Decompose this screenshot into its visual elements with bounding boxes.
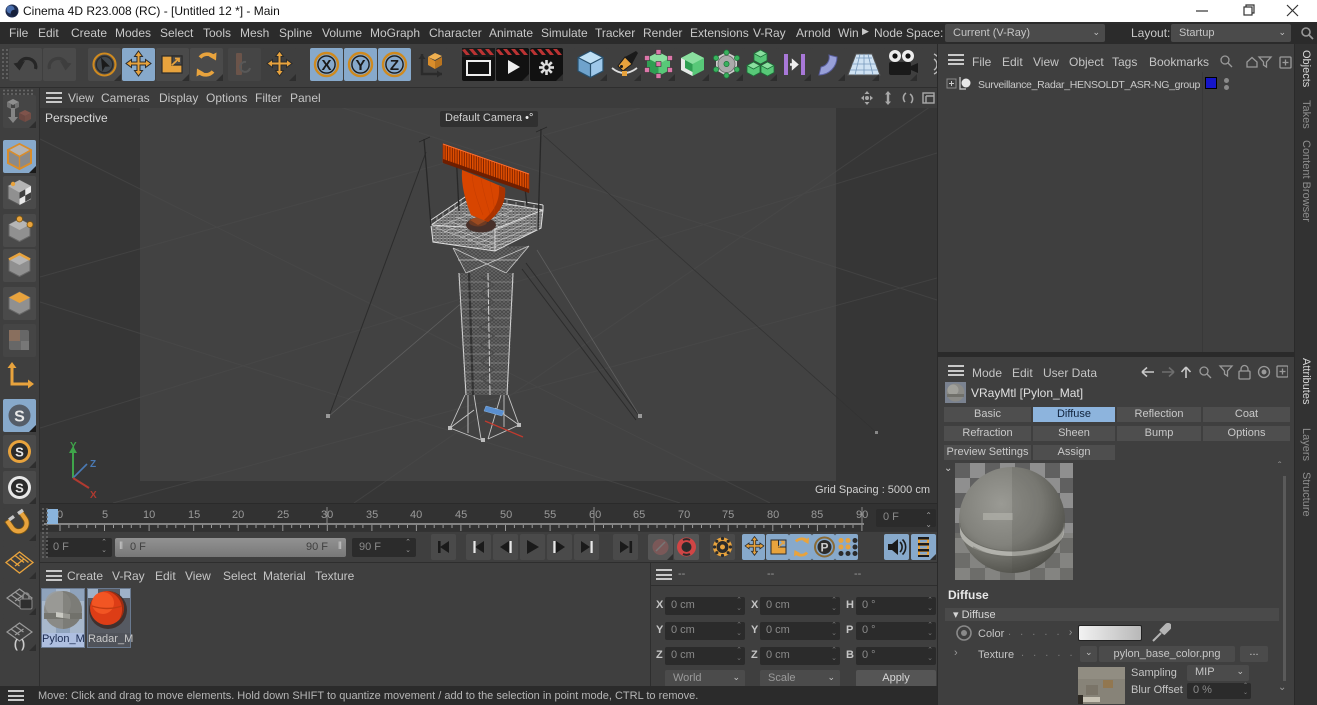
svg-text:Z: Z <box>390 57 399 74</box>
svg-text:S: S <box>15 445 24 460</box>
svg-text:5: 5 <box>102 509 108 521</box>
svg-text:65: 65 <box>633 509 645 521</box>
svg-text:40: 40 <box>410 509 422 521</box>
svg-text:X: X <box>321 57 331 74</box>
svg-text:25: 25 <box>277 509 289 521</box>
svg-text:( ): ( ) <box>14 637 25 651</box>
svg-text:35: 35 <box>366 509 378 521</box>
svg-text:60: 60 <box>589 509 601 521</box>
svg-text:20: 20 <box>232 509 244 521</box>
svg-text:80: 80 <box>767 509 779 521</box>
svg-text:75: 75 <box>722 509 734 521</box>
svg-text:50: 50 <box>500 509 512 521</box>
svg-text:P: P <box>820 541 828 555</box>
svg-text:85: 85 <box>811 509 823 521</box>
svg-text:Y: Y <box>355 57 365 74</box>
svg-text:10: 10 <box>143 509 155 521</box>
svg-text:S: S <box>15 481 24 496</box>
svg-text:S: S <box>14 409 25 426</box>
svg-text:45: 45 <box>455 509 467 521</box>
svg-text:55: 55 <box>544 509 556 521</box>
svg-text:Y: Y <box>70 441 77 452</box>
svg-text:X: X <box>90 490 97 501</box>
svg-text:15: 15 <box>188 509 200 521</box>
svg-text:70: 70 <box>678 509 690 521</box>
svg-text:Z: Z <box>90 459 96 470</box>
